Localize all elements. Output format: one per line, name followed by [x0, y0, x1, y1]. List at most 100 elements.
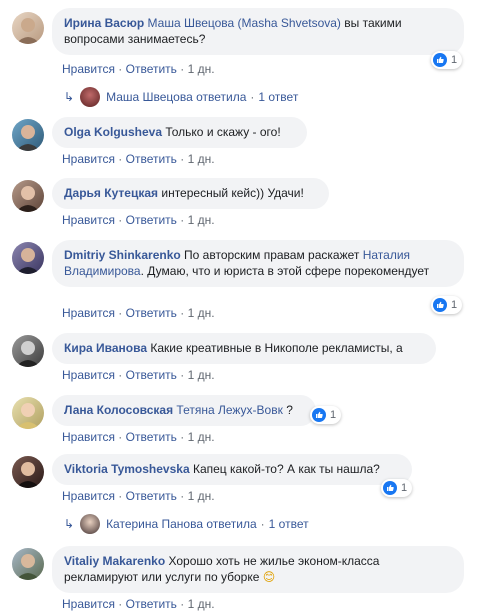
- comment-author[interactable]: Vitaliy Makarenko: [64, 554, 165, 568]
- timestamp[interactable]: 1 дн.: [188, 152, 215, 166]
- comment-actions: Нравится · Ответить · 1 дн.: [62, 152, 215, 166]
- timestamp[interactable]: 1 дн.: [188, 430, 215, 444]
- comment-bubble: Vitaliy Makarenko Хорошо хоть не жилье э…: [52, 546, 464, 593]
- comment-text: По авторским правам раскажет: [180, 248, 363, 262]
- reply-link[interactable]: Ответить: [126, 430, 177, 444]
- avatar[interactable]: [12, 548, 44, 580]
- reply-avatar: [80, 514, 101, 534]
- comment-bubble: Dmitriy Shinkarenko По авторским правам …: [52, 240, 464, 287]
- comment-text: ?: [282, 403, 293, 417]
- comment-bubble: Кира Иванова Какие креативные в Никополе…: [52, 333, 436, 364]
- reply-action: ответила: [206, 517, 257, 531]
- comment-actions: Нравится · Ответить · 1 дн.: [62, 306, 215, 320]
- comment-actions: Нравится · Ответить · 1 дн.: [62, 597, 215, 611]
- avatar[interactable]: [12, 335, 44, 367]
- reply-link[interactable]: Ответить: [126, 597, 177, 611]
- comment-bubble: Ирина Васюр Маша Швецова (Masha Shvetsov…: [52, 8, 464, 55]
- avatar[interactable]: [12, 180, 44, 212]
- separator: ·: [118, 597, 123, 611]
- avatar[interactable]: [12, 119, 44, 151]
- reaction-number: 1: [401, 482, 408, 494]
- avatar[interactable]: [12, 242, 44, 274]
- reaction-count[interactable]: 1: [310, 406, 342, 424]
- comment-actions: Нравится · Ответить · 1 дн.: [62, 62, 215, 76]
- comment-bubble: Дарья Кутецкая интересный кейс)) Удачи!: [52, 178, 329, 209]
- comment-bubble: Olga Kolgusheva Только и скажу - ого!: [52, 117, 307, 148]
- like-icon: [433, 298, 447, 312]
- separator: ·: [118, 62, 123, 76]
- comment-text: интересный кейс)) Удачи!: [158, 186, 304, 200]
- avatar[interactable]: [12, 397, 44, 429]
- separator: ·: [180, 306, 185, 320]
- separator: ·: [118, 368, 123, 382]
- reply-link[interactable]: Ответить: [126, 306, 177, 320]
- separator: ·: [118, 306, 123, 320]
- separator: ·: [180, 213, 185, 227]
- reply-link[interactable]: Ответить: [126, 489, 177, 503]
- comment-author[interactable]: Лана Колосовская: [64, 403, 173, 417]
- timestamp[interactable]: 1 дн.: [188, 368, 215, 382]
- separator: ·: [180, 489, 185, 503]
- comment-author[interactable]: Кира Иванова: [64, 341, 147, 355]
- comment-actions: Нравится · Ответить · 1 дн.: [62, 430, 215, 444]
- reply-link[interactable]: Ответить: [126, 368, 177, 382]
- reply-link[interactable]: Ответить: [126, 152, 177, 166]
- reaction-number: 1: [330, 409, 337, 421]
- separator: ·: [118, 430, 123, 444]
- reply-link[interactable]: Ответить: [126, 62, 177, 76]
- comment-author[interactable]: Dmitriy Shinkarenko: [64, 248, 181, 262]
- separator: ·: [118, 489, 123, 503]
- like-link[interactable]: Нравится: [62, 368, 115, 382]
- reply-author: Катерина Панова: [106, 517, 204, 531]
- like-icon: [312, 408, 326, 422]
- separator: ·: [118, 213, 123, 227]
- comment-text: Капец какой-то? А как ты нашла?: [189, 462, 380, 476]
- like-link[interactable]: Нравится: [62, 306, 115, 320]
- comment-author[interactable]: Olga Kolgusheva: [64, 125, 162, 139]
- comment-bubble: Viktoria Tymoshevska Капец какой-то? А к…: [52, 454, 412, 485]
- timestamp[interactable]: 1 дн.: [188, 213, 215, 227]
- comment-author[interactable]: Viktoria Tymoshevska: [64, 462, 190, 476]
- reaction-count[interactable]: 1: [381, 479, 413, 497]
- reply-count: 1 ответ: [258, 90, 299, 104]
- like-link[interactable]: Нравится: [62, 597, 115, 611]
- like-link[interactable]: Нравится: [62, 62, 115, 76]
- timestamp[interactable]: 1 дн.: [188, 62, 215, 76]
- like-icon: [383, 481, 397, 495]
- avatar[interactable]: [12, 456, 44, 488]
- comment-text: Только и скажу - ого!: [162, 125, 281, 139]
- comment-text: Какие креативные в Никополе рекламисты, …: [147, 341, 403, 355]
- comment-actions: Нравится · Ответить · 1 дн.: [62, 489, 215, 503]
- separator: ·: [250, 90, 255, 104]
- reply-avatar: [80, 87, 101, 107]
- comment-bubble: Лана Колосовская Тетяна Лежух-Вовк ?: [52, 395, 316, 426]
- reaction-count[interactable]: 1: [431, 51, 463, 69]
- reaction-count[interactable]: 1: [431, 296, 463, 314]
- like-icon: [433, 53, 447, 67]
- timestamp[interactable]: 1 дн.: [188, 489, 215, 503]
- reply-count: 1 ответ: [268, 517, 309, 531]
- reply-arrow-icon: ↳: [64, 90, 75, 104]
- like-link[interactable]: Нравится: [62, 489, 115, 503]
- reply-link[interactable]: Ответить: [126, 213, 177, 227]
- mention-link[interactable]: Тетяна Лежух-Вовк: [176, 403, 282, 417]
- replies-summary[interactable]: ↳ Маша Швецова ответила · 1 ответ: [64, 87, 298, 107]
- comment-author[interactable]: Ирина Васюр: [64, 16, 144, 30]
- comment-actions: Нравится · Ответить · 1 дн.: [62, 213, 215, 227]
- separator: ·: [180, 430, 185, 444]
- timestamp[interactable]: 1 дн.: [188, 306, 215, 320]
- reply-action: ответила: [196, 90, 247, 104]
- reply-author: Маша Швецова: [106, 90, 193, 104]
- like-link[interactable]: Нравится: [62, 213, 115, 227]
- replies-summary[interactable]: ↳ Катерина Панова ответила · 1 ответ: [64, 514, 309, 534]
- mention-link[interactable]: Маша Швецова (Masha Shvetsova): [148, 16, 341, 30]
- comment-author[interactable]: Дарья Кутецкая: [64, 186, 158, 200]
- separator: ·: [180, 62, 185, 76]
- like-link[interactable]: Нравится: [62, 152, 115, 166]
- timestamp[interactable]: 1 дн.: [188, 597, 215, 611]
- avatar[interactable]: [12, 12, 44, 44]
- reaction-number: 1: [451, 299, 458, 311]
- smile-emoji-icon: 😊: [262, 570, 276, 584]
- like-link[interactable]: Нравится: [62, 430, 115, 444]
- separator: ·: [180, 368, 185, 382]
